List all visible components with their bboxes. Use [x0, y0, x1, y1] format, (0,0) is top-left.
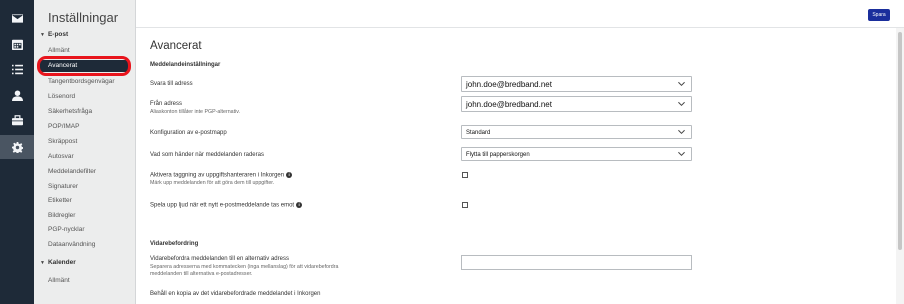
sidebar-item-autoreply[interactable]: Autosvar	[48, 153, 74, 160]
sidebar-item-security-question[interactable]: Säkerhetsfråga	[48, 108, 92, 115]
calendar-icon[interactable]	[0, 32, 34, 56]
sidebar-item-password[interactable]: Lösenord	[48, 93, 75, 100]
on-delete-label: Vad som händer när meddelanden raderas	[150, 152, 264, 158]
sidebar-item-calendar-general[interactable]: Allmänt	[48, 277, 70, 284]
gear-icon[interactable]	[0, 135, 34, 159]
highlight-annotation	[37, 56, 131, 76]
email-config-select[interactable]: Standard	[461, 125, 692, 139]
forward-alt-hint-line1: Separera adresserna med kommatecken (ing…	[150, 264, 339, 270]
task-tagging-checkbox[interactable]	[462, 172, 468, 178]
info-icon[interactable]: i	[296, 202, 303, 208]
save-button[interactable]: Spara	[868, 9, 890, 21]
on-delete-select[interactable]: Flytta till papperskorgen	[461, 147, 692, 161]
sidebar-item-pop-imap[interactable]: POP/IMAP	[48, 123, 79, 130]
briefcase-icon[interactable]	[0, 108, 34, 132]
sidebar-item-spam[interactable]: Skräppost	[48, 138, 77, 145]
message-settings-heading: Meddelandeinställningar	[150, 62, 221, 68]
section-calendar[interactable]: ▼ Kalender	[40, 259, 76, 266]
info-icon[interactable]: i	[286, 172, 293, 178]
sidebar-item-message-filters[interactable]: Meddelandefilter	[48, 168, 96, 175]
sidebar-item-data-usage[interactable]: Dataanvändning	[48, 241, 95, 248]
contact-icon[interactable]	[0, 83, 34, 107]
caret-down-icon: ▼	[40, 32, 45, 38]
from-label: Från adress	[150, 101, 183, 107]
forward-alt-hint-line2: meddelanden till alternativa e-postadres…	[150, 271, 253, 277]
caret-down-icon: ▼	[40, 260, 45, 266]
on-delete-value: Flytta till papperskorgen	[466, 151, 530, 158]
scrollbar[interactable]	[896, 28, 904, 304]
keep-copy-label: Behåll en kopia av det vidarebefordrade …	[150, 291, 321, 297]
chevron-down-icon	[678, 81, 685, 87]
task-tagging-hint: Märk upp meddelanden för att göra dem ti…	[150, 180, 275, 186]
sidebar-item-image-rules[interactable]: Bildregler	[48, 212, 75, 219]
page-title: Avancerat	[150, 40, 202, 52]
task-tagging-label: Aktivera taggning av uppgiftshanteraren …	[150, 172, 293, 179]
from-select[interactable]: john.doe@bredband.net	[461, 96, 692, 112]
sidebar-item-pgp-keys[interactable]: PGP-nycklar	[48, 226, 84, 233]
email-config-value: Standard	[466, 129, 491, 136]
list-icon[interactable]	[0, 57, 34, 81]
section-email[interactable]: ▼ E-post	[40, 31, 68, 38]
sidebar-item-keyboard-shortcuts[interactable]: Tangentbordsgenvägar	[48, 78, 115, 85]
sound-label: Spela upp ljud när ett nytt e-postmeddel…	[150, 202, 303, 209]
sidebar-item-signatures[interactable]: Signaturer	[48, 183, 78, 190]
forward-alt-label: Vidarebefordra meddelanden till en alter…	[150, 256, 289, 262]
from-hint: Aliaskonton tillåter inte PGP-alternativ…	[150, 109, 240, 115]
sidebar-item-general[interactable]: Allmänt	[48, 47, 70, 54]
settings-sidebar: Inställningar ▼ E-post Allmänt Avancerat …	[34, 0, 136, 304]
sidebar-item-labels[interactable]: Etiketter	[48, 197, 72, 204]
forward-alt-input[interactable]	[461, 255, 692, 270]
chevron-down-icon	[678, 151, 685, 157]
top-toolbar: Spara	[136, 0, 904, 28]
reply-to-value: john.doe@bredband.net	[466, 80, 552, 89]
sound-checkbox[interactable]	[462, 202, 468, 208]
chevron-down-icon	[678, 101, 685, 107]
email-config-label: Konfiguration av e-postmapp	[150, 130, 227, 136]
sidebar-title: Inställningar	[48, 10, 119, 25]
from-value: john.doe@bredband.net	[466, 100, 552, 109]
icon-rail	[0, 0, 34, 304]
scrollbar-thumb[interactable]	[898, 32, 902, 250]
reply-to-select[interactable]: john.doe@bredband.net	[461, 76, 692, 92]
forwarding-heading: Vidarebefordring	[150, 241, 199, 247]
mail-icon[interactable]	[0, 6, 34, 30]
reply-to-label: Svara till adress	[150, 81, 193, 87]
chevron-down-icon	[678, 129, 685, 135]
